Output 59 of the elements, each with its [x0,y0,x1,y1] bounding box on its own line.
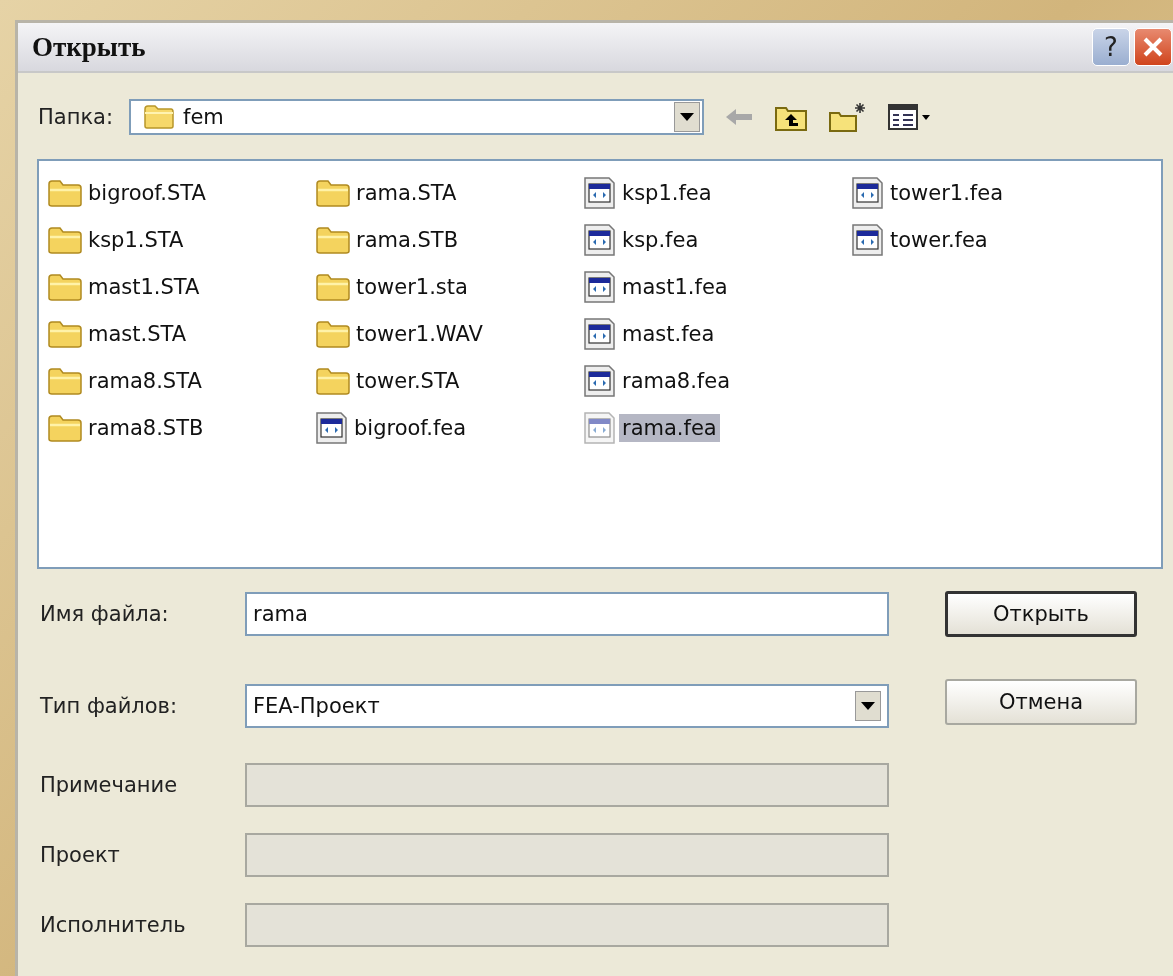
file-item[interactable]: tower.fea [851,220,991,260]
folder-icon [143,104,176,130]
file-item[interactable]: tower.STA [315,361,463,401]
window-title: Открыть [32,31,146,63]
file-item[interactable]: ksp.fea [583,220,702,260]
field-label: Исполнитель [40,913,187,937]
folder-icon [315,178,351,208]
dropdown-button[interactable] [855,691,881,721]
dropdown-button[interactable] [674,102,701,132]
cancel-button[interactable]: Отмена [945,679,1137,725]
folder-icon [47,319,83,349]
file-name-label: Имя файла: [40,602,170,626]
document-icon [583,317,617,351]
document-icon [851,176,885,210]
field-label: Примечание [40,773,179,797]
document-icon [583,270,617,304]
file-item[interactable]: rama8.STB [47,408,207,448]
help-button[interactable]: ? [1092,28,1130,66]
file-item[interactable]: bigroof.STA [47,173,209,213]
file-item[interactable]: rama8.STA [47,361,205,401]
file-item[interactable]: mast1.fea [583,267,731,307]
folder-icon [47,366,83,396]
folder-icon [315,366,351,396]
caret-icon [680,113,695,121]
document-icon [315,411,349,445]
file-item[interactable]: mast.STA [47,314,190,354]
document-icon [583,223,617,257]
open-button[interactable]: Открыть [945,591,1137,637]
file-item[interactable]: ksp1.STA [47,220,187,260]
file-item[interactable]: mast1.STA [47,267,203,307]
file-type-dropdown[interactable]: FEA-Проект [245,684,889,728]
folder-icon [47,413,83,443]
document-icon [583,411,617,445]
look-in-label: Папка: [38,105,114,129]
field-label: Проект [40,843,121,867]
document-icon [583,176,617,210]
folder-icon [47,272,83,302]
file-item[interactable]: rama.STB [315,220,462,260]
file-item[interactable]: tower1.fea [851,173,1007,213]
file-type-label: Тип файлов: [40,694,179,718]
file-name-field[interactable]: rama [245,592,889,636]
document-icon [583,364,617,398]
file-item[interactable]: bigroof.fea [315,408,470,448]
close-button[interactable] [1134,28,1172,66]
document-icon [851,223,885,257]
file-item[interactable]: rama8.fea [583,361,734,401]
folder-icon [47,178,83,208]
file-item[interactable]: mast.fea [583,314,718,354]
folder-icon [315,272,351,302]
caret-icon [861,702,875,710]
folder-icon [315,225,351,255]
folder-icon [47,225,83,255]
file-item[interactable]: tower1.WAV [315,314,486,354]
look-in-dropdown[interactable]: fem [129,99,705,135]
folder-icon [315,319,351,349]
file-item[interactable]: tower1.sta [315,267,471,307]
file-item[interactable]: ksp1.fea [583,173,715,213]
view-menu-icon[interactable] [888,103,933,131]
file-item[interactable]: rama.STA [315,173,460,213]
